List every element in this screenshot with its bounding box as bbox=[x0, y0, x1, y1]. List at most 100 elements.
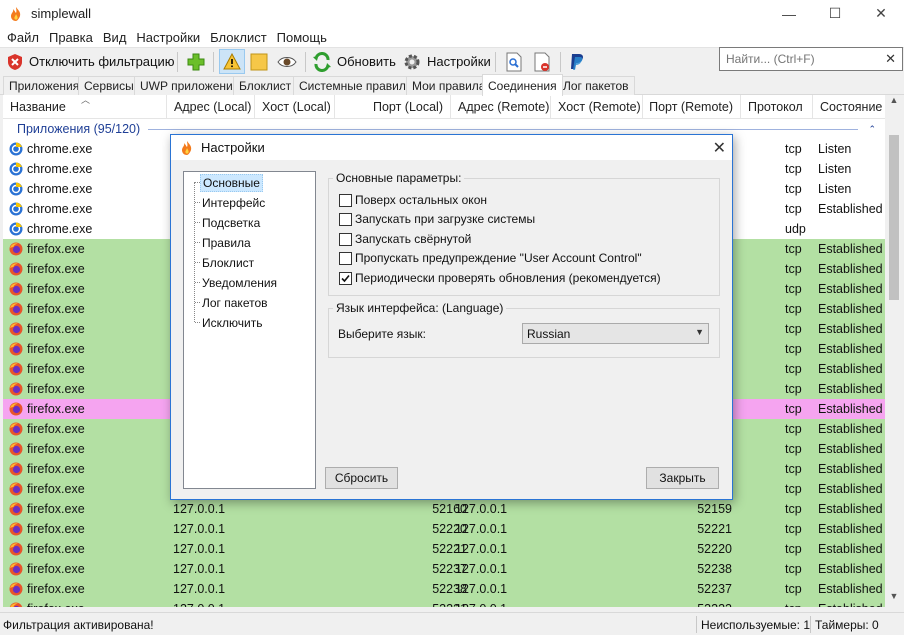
menu-help[interactable]: Помощь bbox=[272, 30, 332, 45]
firefox-icon bbox=[9, 442, 23, 456]
nav-item-highlighting[interactable]: Подсветка bbox=[200, 214, 262, 232]
table-row[interactable]: firefox.exe 127.0.0.1 52220 127.0.0.1 52221 t… bbox=[3, 519, 885, 539]
vertical-scrollbar[interactable]: ▲ ▼ bbox=[885, 95, 903, 607]
remote-address: 127.0.0.1 bbox=[455, 542, 508, 556]
checkbox-box[interactable] bbox=[339, 232, 352, 246]
nav-item-exclude[interactable]: Исключить bbox=[200, 314, 264, 332]
process-name: chrome.exe bbox=[27, 182, 93, 196]
scroll-down-icon[interactable]: ▼ bbox=[885, 591, 903, 607]
menu-edit[interactable]: Правка bbox=[44, 30, 98, 45]
dialog-close-icon[interactable]: ✕ bbox=[713, 138, 726, 158]
table-row[interactable]: firefox.exe 127.0.0.1 52221 127.0.0.1 52220 t… bbox=[3, 539, 885, 559]
col-local-address[interactable]: Адрес (Local) bbox=[167, 95, 255, 119]
checkbox-check-updates[interactable]: Периодически проверять обновления (реком… bbox=[339, 270, 661, 286]
connection-state: Established bbox=[818, 482, 883, 496]
firefox-icon bbox=[9, 322, 23, 336]
scroll-up-icon[interactable]: ▲ bbox=[885, 95, 903, 111]
tab-blocklist[interactable]: Блоклист bbox=[233, 76, 298, 95]
nav-item-general[interactable]: Основные bbox=[200, 174, 263, 192]
status-bar: Фильтрация активирована! Неиспользуемые:… bbox=[0, 612, 904, 635]
protocol: tcp bbox=[785, 422, 802, 436]
protocol: tcp bbox=[785, 442, 802, 456]
col-protocol[interactable]: Протокол bbox=[741, 95, 813, 119]
search-input[interactable] bbox=[720, 48, 878, 70]
chrome-icon bbox=[9, 142, 23, 156]
tab-connections[interactable]: Соединения bbox=[482, 74, 563, 96]
nav-item-interface[interactable]: Интерфейс bbox=[200, 194, 267, 212]
firefox-icon bbox=[9, 422, 23, 436]
flame-icon bbox=[11, 6, 21, 21]
col-remote-address[interactable]: Адрес (Remote) bbox=[451, 95, 551, 119]
checkmark-icon bbox=[341, 274, 350, 282]
process-name: firefox.exe bbox=[27, 462, 85, 476]
settings-button[interactable]: Настройки bbox=[402, 49, 491, 74]
menu-view[interactable]: Вид bbox=[98, 30, 132, 45]
col-name[interactable]: Название ︿ bbox=[3, 95, 167, 119]
checkbox-autorun[interactable]: Запускать при загрузке системы bbox=[339, 211, 535, 227]
firefox-icon bbox=[9, 582, 23, 596]
refresh-icon bbox=[313, 51, 331, 72]
tab-apps[interactable]: Приложения bbox=[3, 76, 86, 95]
log-clear-button[interactable] bbox=[533, 49, 551, 74]
col-local-host[interactable]: Хост (Local) bbox=[255, 95, 335, 119]
process-name: firefox.exe bbox=[27, 582, 85, 596]
checkbox-skip-uac[interactable]: Пропускать предупреждение "User Account … bbox=[339, 250, 642, 266]
scroll-thumb[interactable] bbox=[889, 135, 899, 300]
process-name: chrome.exe bbox=[27, 142, 93, 156]
checkbox-start-minimized[interactable]: Запускать свёрнутой bbox=[339, 231, 471, 247]
tab-my-rules[interactable]: Мои правила bbox=[406, 76, 492, 95]
group-label: Приложения (95/120) bbox=[17, 122, 141, 136]
checkbox-always-on-top[interactable]: Поверх остальных окон bbox=[339, 192, 487, 208]
close-button[interactable]: ✕ bbox=[858, 0, 904, 27]
collapse-icon[interactable]: ⌃ bbox=[868, 124, 876, 135]
col-remote-host[interactable]: Хост (Remote) bbox=[551, 95, 643, 119]
checkbox-box[interactable] bbox=[339, 193, 352, 207]
protocol: tcp bbox=[785, 262, 802, 276]
add-button[interactable] bbox=[186, 49, 206, 74]
protocol: tcp bbox=[785, 322, 802, 336]
remote-port: 52221 bbox=[697, 522, 732, 536]
checkbox-box[interactable] bbox=[339, 212, 352, 226]
col-state[interactable]: Состояние bbox=[813, 95, 885, 119]
firefox-icon bbox=[9, 342, 23, 356]
menu-settings[interactable]: Настройки bbox=[131, 30, 205, 45]
tab-services[interactable]: Сервисы bbox=[78, 76, 140, 95]
checkbox-box[interactable] bbox=[339, 251, 352, 265]
reset-button[interactable]: Сбросить bbox=[325, 467, 398, 489]
dialog-close-button[interactable]: Закрыть bbox=[646, 467, 719, 489]
refresh-button[interactable]: Обновить bbox=[312, 49, 396, 74]
col-local-port[interactable]: Порт (Local) bbox=[335, 95, 451, 119]
table-row[interactable]: firefox.exe 127.0.0.1 52237 127.0.0.1 52238 t… bbox=[3, 559, 885, 579]
tab-uwp[interactable]: UWP приложения bbox=[134, 76, 246, 95]
flame-icon bbox=[182, 140, 192, 155]
search-clear-icon[interactable]: ✕ bbox=[885, 51, 896, 67]
nav-item-blocklist[interactable]: Блоклист bbox=[200, 254, 256, 272]
minimize-button[interactable]: — bbox=[766, 0, 812, 27]
notes-button[interactable] bbox=[250, 49, 268, 74]
nav-item-packet-log[interactable]: Лог пакетов bbox=[200, 294, 270, 312]
disable-filter-button[interactable]: Отключить фильтрацию bbox=[6, 49, 175, 74]
language-label: Выберите язык: bbox=[338, 327, 426, 341]
process-name: chrome.exe bbox=[27, 202, 93, 216]
remote-address: 127.0.0.1 bbox=[455, 502, 508, 516]
language-value: Russian bbox=[527, 326, 571, 341]
menu-file[interactable]: Файл bbox=[2, 30, 44, 45]
table-row[interactable]: firefox.exe 127.0.0.1 52160 127.0.0.1 52159 t… bbox=[3, 499, 885, 519]
view-button[interactable] bbox=[277, 49, 297, 74]
table-row[interactable]: firefox.exe127.0.0.152221127.0.0.152222t… bbox=[3, 599, 885, 607]
process-name: firefox.exe bbox=[27, 542, 85, 556]
disable-filter-label: Отключить фильтрацию bbox=[29, 54, 175, 69]
col-remote-port[interactable]: Порт (Remote) bbox=[643, 95, 741, 119]
log-view-button[interactable] bbox=[505, 49, 523, 74]
language-select[interactable]: Russian ▼ bbox=[522, 323, 709, 344]
checkbox-box-checked[interactable] bbox=[339, 271, 352, 285]
tab-packet-log[interactable]: Лог пакетов bbox=[557, 76, 635, 95]
maximize-button[interactable]: ☐ bbox=[812, 0, 858, 27]
donate-button[interactable] bbox=[567, 49, 587, 74]
warning-filter-button[interactable] bbox=[219, 49, 245, 74]
nav-item-notifications[interactable]: Уведомления bbox=[200, 274, 279, 292]
menu-blocklist[interactable]: Блоклист bbox=[205, 30, 271, 45]
nav-item-rules[interactable]: Правила bbox=[200, 234, 253, 252]
tab-system-rules[interactable]: Системные правила bbox=[293, 76, 419, 95]
table-row[interactable]: firefox.exe 127.0.0.1 52238 127.0.0.1 52237 t… bbox=[3, 579, 885, 599]
